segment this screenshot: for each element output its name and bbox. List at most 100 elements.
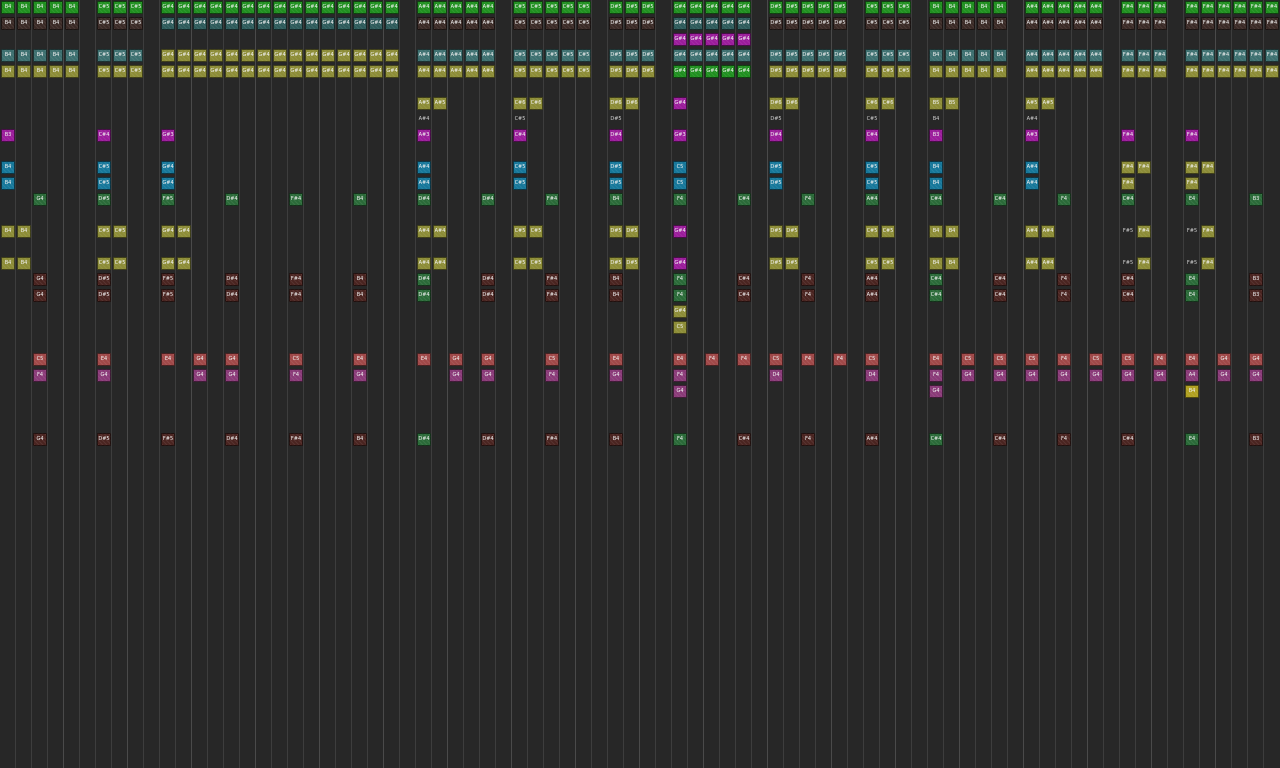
note-block[interactable]: A#4: [433, 49, 447, 62]
note-block[interactable]: G4: [1025, 369, 1039, 382]
note-block[interactable]: B3: [1249, 289, 1263, 302]
note-block[interactable]: C#5: [513, 65, 527, 78]
note-block[interactable]: F#4: [1153, 65, 1167, 78]
note-block[interactable]: C#5: [97, 65, 111, 78]
note-block[interactable]: C#5: [129, 1, 143, 14]
note-block[interactable]: B4: [929, 49, 943, 62]
note-block[interactable]: A#4: [1057, 65, 1071, 78]
note-block[interactable]: F#4: [1185, 49, 1199, 62]
note-block[interactable]: G#4: [289, 17, 303, 30]
note-block[interactable]: D#5: [769, 177, 783, 190]
note-block[interactable]: G#4: [673, 65, 687, 78]
note-block[interactable]: G#4: [721, 1, 735, 14]
note-block[interactable]: D#5: [625, 1, 639, 14]
note-block[interactable]: C#5: [865, 161, 879, 174]
note-block[interactable]: G#4: [337, 17, 351, 30]
note-block[interactable]: G#4: [705, 33, 719, 46]
note-block[interactable]: B4: [33, 1, 47, 14]
note-block[interactable]: B4: [17, 49, 31, 62]
note-block[interactable]: C#5: [529, 225, 543, 238]
note-block[interactable]: G#4: [193, 49, 207, 62]
note-block[interactable]: C#4: [737, 193, 751, 206]
note-block[interactable]: B4: [961, 17, 975, 30]
note-block[interactable]: D#5: [833, 49, 847, 62]
note-block[interactable]: G#4: [193, 1, 207, 14]
note-block[interactable]: F#4: [1153, 1, 1167, 14]
note-block[interactable]: F#4: [1233, 1, 1247, 14]
note-block[interactable]: G#4: [273, 49, 287, 62]
note-block[interactable]: C#4: [993, 433, 1007, 446]
note-block[interactable]: F4: [289, 369, 303, 382]
note-block[interactable]: D4: [769, 369, 783, 382]
note-block[interactable]: C#5: [561, 17, 575, 30]
note-block[interactable]: C#5: [113, 257, 127, 270]
note-block[interactable]: B4: [33, 17, 47, 30]
note-block[interactable]: D#5: [641, 1, 655, 14]
note-block[interactable]: G#4: [737, 65, 751, 78]
note-block[interactable]: D#5: [97, 193, 111, 206]
note-block[interactable]: E4: [1185, 273, 1199, 286]
note-block[interactable]: G#4: [353, 1, 367, 14]
note-block[interactable]: A#4: [1025, 65, 1039, 78]
note-block[interactable]: G#4: [321, 1, 335, 14]
note-block[interactable]: C#5: [513, 17, 527, 30]
note-block[interactable]: C#5: [97, 161, 111, 174]
note-block[interactable]: B3: [1249, 433, 1263, 446]
note-block[interactable]: D#4: [481, 273, 495, 286]
note-block[interactable]: G#4: [177, 65, 191, 78]
note-block[interactable]: C5: [673, 321, 687, 334]
note-block[interactable]: G#4: [257, 49, 271, 62]
note-block[interactable]: G#4: [737, 33, 751, 46]
note-block[interactable]: B4: [49, 65, 63, 78]
note-block[interactable]: C#5: [513, 1, 527, 14]
note-block[interactable]: C#5: [881, 225, 895, 238]
note-block[interactable]: G#4: [257, 17, 271, 30]
note-block[interactable]: C#5: [529, 17, 543, 30]
note-block[interactable]: F#4: [1137, 17, 1151, 30]
note-block[interactable]: G#4: [673, 1, 687, 14]
note-block[interactable]: C#5: [529, 65, 543, 78]
note-block[interactable]: A#5: [1041, 97, 1055, 110]
note-block[interactable]: D#5: [769, 225, 783, 238]
note-block[interactable]: G#4: [241, 17, 255, 30]
note-block[interactable]: C#5: [897, 17, 911, 30]
note-block[interactable]: C#4: [929, 193, 943, 206]
note-block[interactable]: A#3: [417, 129, 431, 142]
note-block[interactable]: G#4: [161, 17, 175, 30]
note-block[interactable]: C#5: [113, 17, 127, 30]
note-block[interactable]: G#3: [673, 129, 687, 142]
note-block[interactable]: C#5: [513, 49, 527, 62]
note-block[interactable]: G4: [481, 369, 495, 382]
note-block[interactable]: C#5: [897, 65, 911, 78]
note-block[interactable]: C5: [289, 353, 303, 366]
note-block[interactable]: B4: [1, 65, 15, 78]
note-block[interactable]: E4: [1185, 353, 1199, 366]
note-block[interactable]: B4: [1, 177, 15, 190]
note-block[interactable]: A#4: [1073, 49, 1087, 62]
note-block[interactable]: G#4: [689, 49, 703, 62]
note-block[interactable]: A#4: [417, 161, 431, 174]
note-block[interactable]: F#4: [1265, 49, 1279, 62]
note-block[interactable]: F4: [1153, 353, 1167, 366]
note-block[interactable]: D#5: [609, 225, 623, 238]
note-block[interactable]: C#5: [529, 257, 543, 270]
note-block[interactable]: C#4: [1121, 193, 1135, 206]
note-block[interactable]: G4: [1249, 369, 1263, 382]
note-block[interactable]: C5: [673, 177, 687, 190]
note-block[interactable]: F4: [673, 273, 687, 286]
note-block[interactable]: F4: [673, 289, 687, 302]
note-block[interactable]: A#4: [417, 257, 431, 270]
note-block[interactable]: G4: [1057, 369, 1071, 382]
note-block[interactable]: B3: [1249, 273, 1263, 286]
note-block[interactable]: C5: [1121, 353, 1135, 366]
note-block[interactable]: C#5: [545, 1, 559, 14]
note-block[interactable]: G#4: [673, 97, 687, 110]
note-block[interactable]: F#4: [1153, 17, 1167, 30]
note-block[interactable]: B4: [353, 193, 367, 206]
note-block[interactable]: A#4: [865, 289, 879, 302]
note-block[interactable]: A#4: [417, 49, 431, 62]
note-block[interactable]: G4: [1089, 369, 1103, 382]
note-block[interactable]: D#5: [801, 1, 815, 14]
note-block[interactable]: G4: [961, 369, 975, 382]
note-block[interactable]: G4: [1121, 369, 1135, 382]
